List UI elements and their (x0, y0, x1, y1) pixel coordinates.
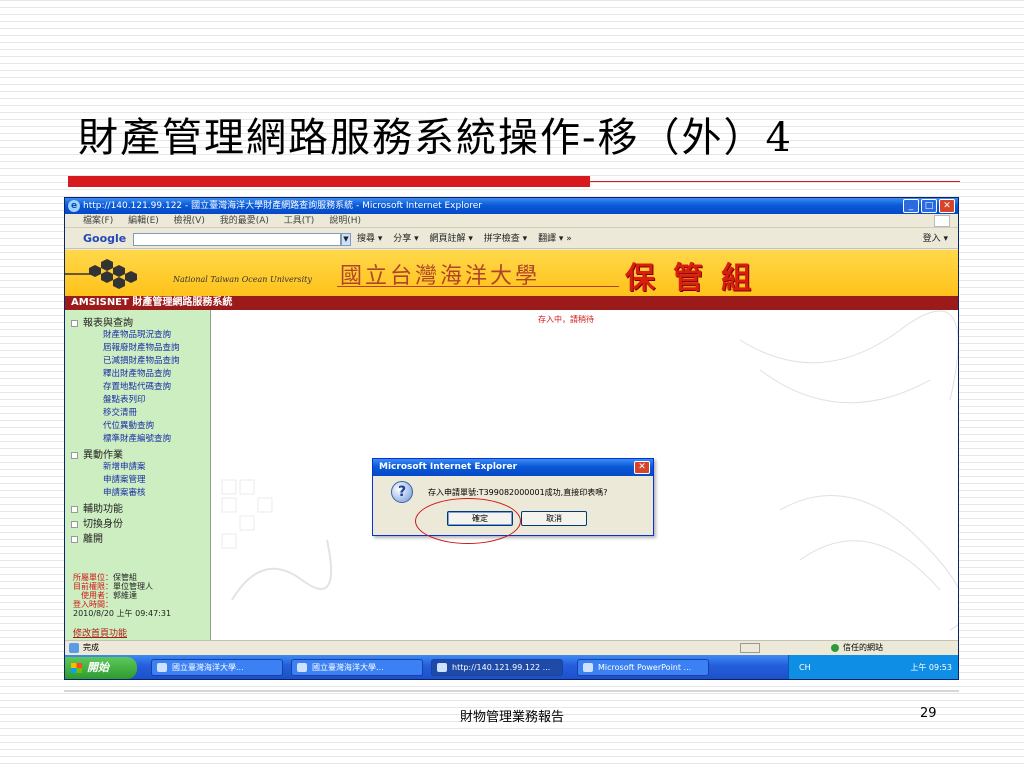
google-share-button[interactable]: 分享 ▾ (393, 234, 418, 244)
sidebar-section-label: 輔助功能 (83, 504, 123, 515)
clock: 上午 09:53 (910, 663, 952, 672)
site-banner: National Taiwan Ocean University 國立台灣海洋大… (65, 250, 958, 296)
sidebar-link[interactable]: 財產物品現況查詢 (103, 328, 171, 340)
google-search-input[interactable] (133, 233, 341, 246)
sidebar-link[interactable]: 申請案審核 (103, 486, 146, 498)
chevron-down-icon[interactable]: ▼ (341, 233, 351, 246)
status-bar: 完成 信任的網站 (65, 640, 958, 654)
status-panel (740, 643, 760, 653)
department-name: 保管組 (625, 261, 769, 296)
sidebar-section-tools[interactable]: 輔助功能 (71, 500, 123, 515)
taskbar-item[interactable]: http://140.121.99.122 ... (431, 659, 563, 676)
saving-notice: 存入中，請稍待 (538, 315, 594, 324)
info-value: 2010/8/20 上午 09:47:31 (73, 609, 172, 618)
menu-file[interactable]: 檔案(F) (83, 216, 113, 226)
dialog-close-icon[interactable]: ✕ (634, 461, 650, 474)
cancel-button[interactable]: 取消 (521, 511, 587, 526)
sidebar-link[interactable]: 代位異動查詢 (103, 419, 154, 431)
dialog-titlebar: Microsoft Internet Explorer ✕ (373, 459, 653, 476)
checkbox-icon (71, 319, 78, 327)
menu-help[interactable]: 說明(H) (329, 216, 361, 226)
start-button[interactable]: 開始 (65, 657, 137, 679)
taskbar-item[interactable]: 國立臺灣海洋大學... (291, 659, 423, 676)
sketch-decoration (739, 310, 958, 631)
google-spellcheck-button[interactable]: 拼字檢查 ▾ (484, 234, 527, 244)
maximize-icon[interactable]: □ (921, 199, 937, 213)
ie-icon: e (68, 200, 80, 212)
google-signin-button[interactable]: 登入 ▾ (923, 229, 948, 249)
sidebar-section-label: 切換身份 (83, 519, 123, 530)
menu-view[interactable]: 檢視(V) (174, 216, 205, 226)
sidebar-link[interactable]: 申請案管理 (103, 473, 146, 485)
university-underline (337, 286, 619, 287)
menu-bar: 檔案(F) 編輯(E) 檢視(V) 我的最愛(A) 工具(T) 說明(H) (65, 214, 958, 228)
google-notes-button[interactable]: 網頁註解 ▾ (430, 234, 473, 244)
window-titlebar: e http://140.121.99.122 - 國立臺灣海洋大學財產網路查詢… (65, 198, 958, 214)
checkbox-icon (71, 505, 78, 513)
status-text: 完成 (83, 643, 99, 652)
menu-edit[interactable]: 編輯(E) (128, 216, 159, 226)
checkbox-icon (71, 451, 78, 459)
sidebar-section-switch[interactable]: 切換身份 (71, 515, 123, 530)
university-logo (65, 259, 137, 289)
page-icon (69, 643, 79, 653)
info-value: 郭維達 (113, 591, 137, 600)
language-indicator[interactable]: CH (799, 663, 811, 672)
google-translate-button[interactable]: 翻譯 ▾ » (538, 234, 572, 244)
browser-window: e http://140.121.99.122 - 國立臺灣海洋大學財產網路查詢… (64, 197, 959, 680)
page-content: National Taiwan Ocean University 國立台灣海洋大… (65, 250, 958, 640)
sidebar-link[interactable]: 新增申請案 (103, 460, 146, 472)
dialog-message: 存入申請單號:T399082000001成功,直接印表嗎? (428, 488, 608, 497)
sidebar-section-label: 離開 (83, 534, 103, 545)
google-search-button[interactable]: 搜尋 ▾ (357, 234, 382, 244)
sidebar-link[interactable]: 已減損財產物品查詢 (103, 354, 180, 366)
highlight-ellipse (415, 498, 521, 544)
slide-footer: 財物管理業務報告 (459, 710, 564, 725)
modify-homepage-link[interactable]: 修改首頁功能 (73, 626, 127, 639)
sidebar: 報表與查詢 財產物品現況查詢 屆報廢財產物品查詢 已減損財產物品查詢 釋出財產物… (65, 310, 211, 640)
english-university-name: National Taiwan Ocean University (173, 275, 312, 284)
sidebar-section-exit[interactable]: 離開 (71, 530, 103, 545)
system-title-bar: AMSISNET 財產管理網路服務系統 (65, 296, 958, 310)
sidebar-link[interactable]: 標準財產編號查詢 (103, 432, 171, 444)
close-icon[interactable]: ✕ (939, 199, 955, 213)
checkbox-icon (71, 520, 78, 528)
menu-favorites[interactable]: 我的最愛(A) (220, 216, 269, 226)
sidebar-link[interactable]: 釋出財產物品查詢 (103, 367, 171, 379)
google-logo: Google (83, 232, 127, 245)
taskbar-item[interactable]: 國立臺灣海洋大學... (151, 659, 283, 676)
page-number: 29 (920, 706, 937, 721)
taskbar: 開始 國立臺灣海洋大學... 國立臺灣海洋大學... http://140.12… (65, 655, 958, 679)
grid-decoration (221, 479, 332, 601)
user-info-row: 2010/8/20 上午 09:47:31 (73, 608, 171, 619)
sidebar-link[interactable]: 屆報廢財產物品查詢 (103, 341, 180, 353)
google-toolbar: Google ▼ 搜尋 ▾ 分享 ▾ 網頁註解 ▾ 拼字檢查 ▾ 翻譯 ▾ » … (65, 229, 958, 249)
slide-title: 財產管理網路服務系統操作-移（外）4 (78, 115, 793, 161)
sidebar-link[interactable]: 存置地點代碼查詢 (103, 380, 171, 392)
question-icon: ? (391, 481, 413, 503)
sidebar-link[interactable]: 盤點表列印 (103, 393, 146, 405)
window-title: http://140.121.99.122 - 國立臺灣海洋大學財產網路查詢服務… (83, 201, 482, 211)
footer-line (64, 690, 959, 692)
taskbar-item[interactable]: Microsoft PowerPoint ... (577, 659, 709, 676)
dialog-title: Microsoft Internet Explorer (379, 462, 518, 472)
title-underline (68, 176, 960, 187)
trusted-zone: 信任的網站 (831, 641, 883, 655)
sidebar-section-change[interactable]: 異動作業 (71, 446, 123, 461)
checkbox-icon (71, 535, 78, 543)
sidebar-link[interactable]: 移交清冊 (103, 406, 137, 418)
minimize-icon[interactable]: _ (903, 199, 919, 213)
sidebar-section-reports[interactable]: 報表與查詢 (71, 314, 133, 329)
system-tray: CH 上午 09:53 (788, 655, 958, 679)
menu-tools[interactable]: 工具(T) (284, 216, 315, 226)
windows-logo-icon (934, 215, 950, 227)
